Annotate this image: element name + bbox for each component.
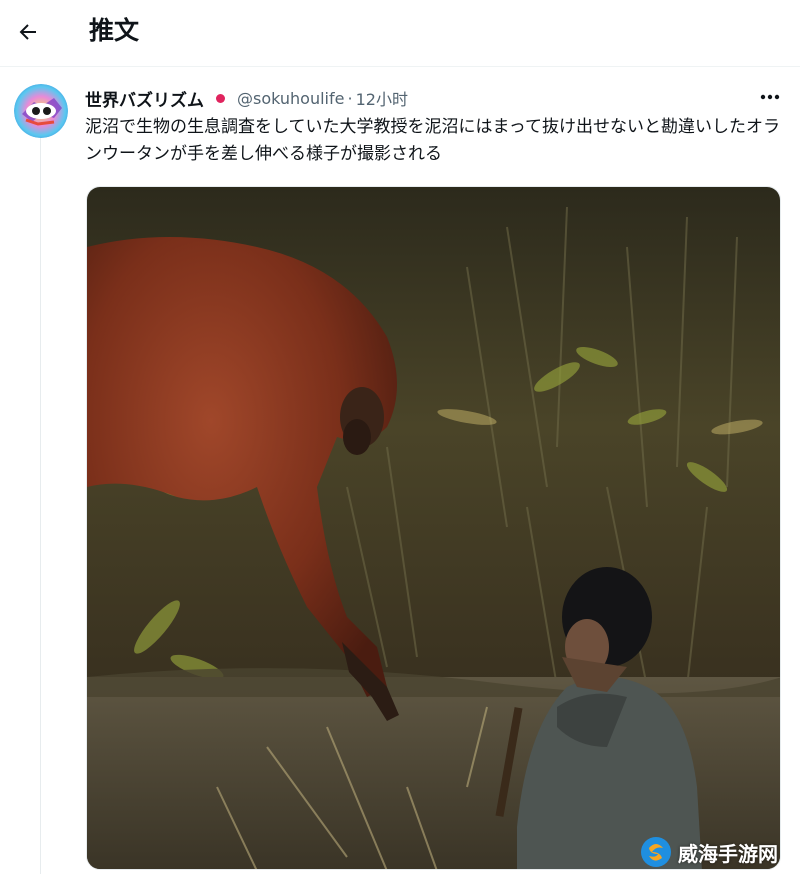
more-horizontal-icon bbox=[760, 94, 780, 100]
avatar[interactable] bbox=[14, 84, 68, 138]
tweet-meta: 世界バズリズム @sokuhoulife · 12小时 bbox=[85, 86, 408, 111]
header-divider bbox=[0, 66, 800, 67]
arrow-left-icon bbox=[19, 24, 36, 40]
tweet-time[interactable]: 12小时 bbox=[356, 86, 408, 110]
more-button[interactable] bbox=[752, 84, 788, 110]
page-title: 推文 bbox=[89, 16, 140, 45]
photo-image bbox=[87, 187, 780, 869]
back-button[interactable] bbox=[10, 14, 46, 50]
thread-line bbox=[40, 137, 41, 874]
top-bar: 推文 bbox=[0, 0, 800, 64]
user-handle[interactable]: @sokuhoulife bbox=[237, 89, 344, 108]
watermark-text: 威海手游网 bbox=[678, 841, 778, 866]
avatar-image bbox=[14, 84, 68, 138]
tweet-photo[interactable] bbox=[86, 186, 781, 870]
status-dot-icon bbox=[216, 93, 225, 103]
display-name[interactable]: 世界バズリズム bbox=[85, 86, 204, 111]
separator: · bbox=[347, 88, 353, 108]
watermark: 威海手游网 bbox=[640, 834, 778, 870]
tweet-text: 泥沼で生物の生息調査をしていた大学教授を泥沼にはまって抜け出せないと勘違いしたオ… bbox=[85, 117, 780, 164]
watermark-logo-icon bbox=[641, 837, 671, 867]
